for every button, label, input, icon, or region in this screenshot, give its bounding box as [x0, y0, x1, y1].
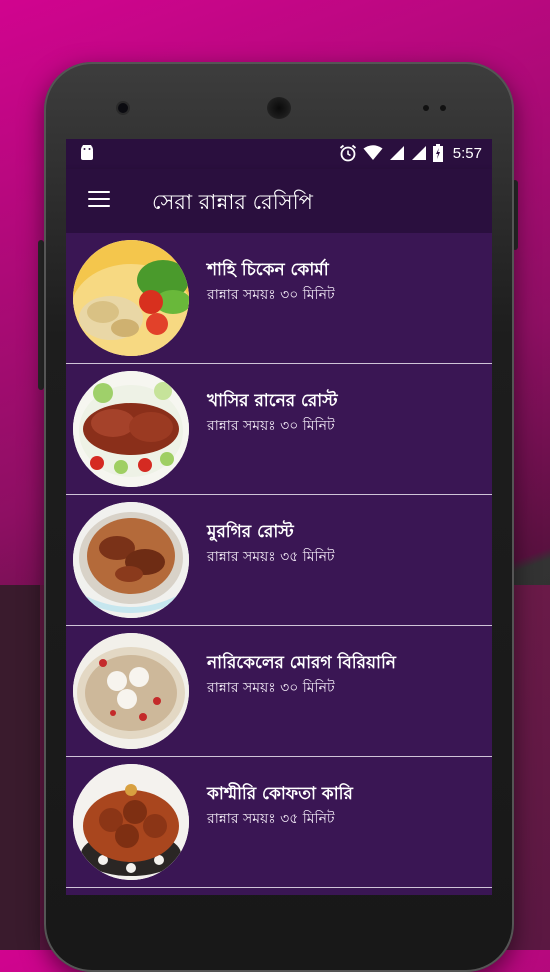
light-sensor [440, 105, 446, 111]
recipe-name: শাহি চিকেন কোর্মা [207, 260, 329, 280]
recipe-name: মুরগির রোস্ট [207, 522, 294, 542]
recipe-name: নারিকেলের মোরগ বিরিয়ানি [207, 653, 396, 673]
battery-icon [432, 144, 443, 162]
recipe-cooking-time: রান্নার সময়ঃ ৩৫ মিনিট [207, 811, 335, 827]
recipe-image [73, 633, 189, 749]
app-title: সেরা রান্নার রেসিপি [152, 190, 313, 214]
recipe-list-item[interactable]: শাহি চিকেন কোর্মা রান্নার সময়ঃ ৩০ মিনিট [66, 233, 492, 364]
status-icons: 5:57 [339, 144, 482, 162]
recipe-cooking-time: রান্নার সময়ঃ ৩০ মিনিট [207, 287, 335, 303]
recipe-list-item[interactable]: মুরগির রোস্ট রান্নার সময়ঃ ৩৫ মিনিট [66, 495, 492, 626]
recipe-cooking-time: রান্নার সময়ঃ ৩০ মিনিট [207, 680, 335, 696]
earpiece-speaker [267, 97, 291, 119]
recipe-cooking-time: রান্নার সময়ঃ ৩০ মিনিট [207, 418, 335, 434]
recipe-name: খাসির রানের রোস্ট [207, 391, 338, 411]
signal-icon [389, 146, 404, 160]
hamburger-menu-icon[interactable] [88, 191, 110, 209]
recipe-list-item[interactable]: নারিকেলের মোরগ বিরিয়ানি রান্নার সময়ঃ ৩… [66, 626, 492, 757]
status-bar: 5:57 [66, 139, 492, 169]
background-bottom-left [0, 585, 40, 950]
app-bar: সেরা রান্নার রেসিপি [66, 169, 492, 233]
android-icon [81, 145, 93, 160]
recipe-image [73, 502, 189, 618]
recipe-image [73, 764, 189, 880]
recipe-list-item[interactable]: খাসির রানের রোস্ট রান্নার সময়ঃ ৩০ মিনিট [66, 364, 492, 495]
proximity-sensor [423, 105, 429, 111]
recipe-image [73, 240, 189, 356]
signal-icon [411, 146, 426, 160]
recipe-image [73, 371, 189, 487]
recipe-name: কাশ্মীরি কোফতা কারি [207, 784, 353, 804]
recipe-list-item[interactable]: কাশ্মীরি কোফতা কারি রান্নার সময়ঃ ৩৫ মিন… [66, 757, 492, 888]
status-time: 5:57 [452, 144, 482, 162]
alarm-icon [339, 144, 356, 162]
phone-screen: 5:57 সেরা রান্নার রেসিপি শাহি চিকেন কোর্… [66, 139, 492, 895]
recipe-list: শাহি চিকেন কোর্মা রান্নার সময়ঃ ৩০ মিনিট [66, 233, 492, 888]
recipe-cooking-time: রান্নার সময়ঃ ৩৫ মিনিট [207, 549, 335, 565]
front-camera [118, 103, 128, 113]
wifi-icon [363, 145, 383, 160]
